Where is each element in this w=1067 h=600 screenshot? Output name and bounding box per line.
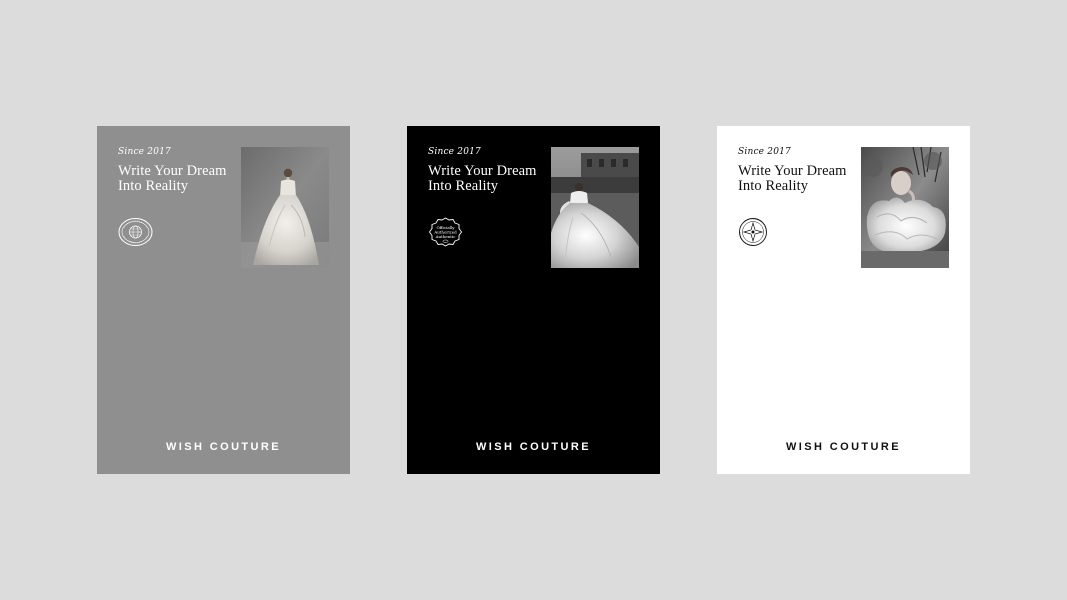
since-label: Since 2017 <box>118 147 171 157</box>
headline: Write Your Dream Into Reality <box>428 164 548 194</box>
headline-line-1: Write Your Dream <box>428 163 537 179</box>
headline: Write Your Dream Into Reality <box>738 164 858 194</box>
headline-line-1: Write Your Dream <box>738 163 847 179</box>
since-label: Since 2017 <box>738 147 791 157</box>
bride-ballgown-studio-photo <box>241 147 329 268</box>
headline-line-2: Into Reality <box>118 178 189 194</box>
officially-authorized-seal-icon: Officially Authorized Authentic <box>428 217 463 247</box>
globe-seal-icon <box>118 217 153 247</box>
bride-ballgown-outdoor-photo <box>551 147 639 268</box>
headline-line-2: Into Reality <box>428 178 499 194</box>
brochure-card-white: Since 2017 Write Your Dream Into Reality <box>717 126 970 474</box>
headline-line-1: Write Your Dream <box>118 163 227 179</box>
brochure-card-gray: Since 2017 Write Your Dream Into Reality <box>97 126 350 474</box>
compass-seal-icon <box>738 217 773 247</box>
headline: Write Your Dream Into Reality <box>118 164 238 194</box>
brand-wordmark: WISH COUTURE <box>166 441 281 453</box>
headline-line-2: Into Reality <box>738 178 809 194</box>
seal-text-line-3: Authentic <box>435 234 456 239</box>
brand-wordmark: WISH COUTURE <box>786 441 901 453</box>
bride-ruffle-sleeves-photo <box>861 147 949 268</box>
brochure-card-black: Since 2017 Write Your Dream Into Reality… <box>407 126 660 474</box>
since-label: Since 2017 <box>428 147 481 157</box>
brand-wordmark: WISH COUTURE <box>476 441 591 453</box>
